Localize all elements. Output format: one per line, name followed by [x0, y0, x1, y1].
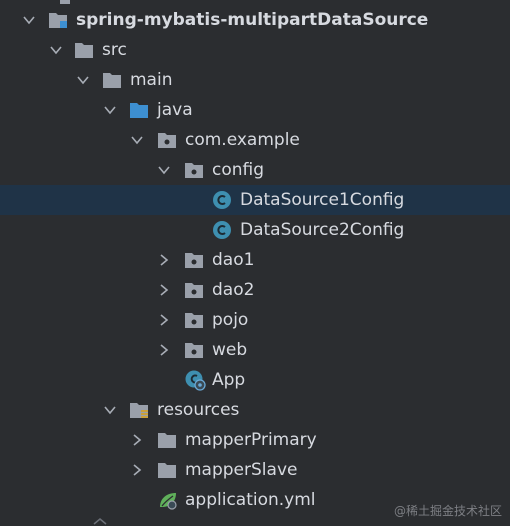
chevron-down-icon[interactable] [131, 134, 143, 146]
spring-boot-app-icon [185, 370, 206, 391]
chevron-right-icon[interactable] [158, 284, 170, 296]
chevron-right-icon[interactable] [131, 434, 143, 446]
chevron-down-icon[interactable] [158, 164, 170, 176]
package-icon [185, 283, 203, 298]
tree-item-project[interactable]: spring-mybatis-multipartDataSource [0, 5, 510, 35]
spring-config-icon [160, 493, 177, 510]
package-icon [185, 253, 203, 268]
module-folder-icon [49, 13, 67, 28]
tree-item-mapperslave[interactable]: mapperSlave [0, 455, 510, 485]
chevron-right-icon[interactable] [158, 344, 170, 356]
folder-icon [75, 43, 93, 58]
dao1-label: dao1 [212, 250, 255, 270]
project-label: spring-mybatis-multipartDataSource [76, 10, 429, 30]
mapperslave-label: mapperSlave [185, 460, 298, 480]
web-label: web [212, 340, 248, 360]
folder-icon [158, 463, 176, 478]
java-label: java [157, 100, 193, 120]
tree-item-java[interactable]: java [0, 95, 510, 125]
chevron-down-icon[interactable] [23, 14, 35, 26]
project-tree: spring-mybatis-multipartDataSource src m… [0, 0, 510, 525]
resources-folder-icon [130, 403, 148, 418]
watermark: @稀土掘金技术社区 [393, 504, 502, 518]
tree-item-main[interactable]: main [0, 65, 510, 95]
folder-icon [103, 73, 121, 88]
tree-item-dao2[interactable]: dao2 [0, 275, 510, 305]
src-label: src [102, 40, 127, 60]
source-folder-icon [130, 103, 148, 118]
tree-item-app[interactable]: App [0, 365, 510, 395]
config-label: config [212, 160, 265, 180]
application-yml-label: application.yml [185, 490, 316, 510]
package-icon [158, 133, 176, 148]
tree-item-resources[interactable]: resources [0, 395, 510, 425]
chevron-down-icon[interactable] [50, 44, 62, 56]
package-icon [185, 313, 203, 328]
chevron-right-icon[interactable] [158, 314, 170, 326]
resources-label: resources [157, 400, 240, 420]
chevron-icon [93, 518, 107, 525]
tree-item-datasource2config[interactable]: DataSource2Config [0, 215, 510, 245]
chevron-right-icon[interactable] [131, 464, 143, 476]
class-icon [213, 221, 231, 239]
datasource1config-label: DataSource1Config [240, 190, 405, 210]
main-label: main [130, 70, 173, 90]
tree-item-datasource1config[interactable]: DataSource1Config [0, 185, 510, 215]
tree-item-src[interactable]: src [0, 35, 510, 65]
tree-item-com-example[interactable]: com.example [0, 125, 510, 155]
datasource2config-label: DataSource2Config [240, 220, 405, 240]
app-label: App [212, 370, 246, 390]
chevron-down-icon[interactable] [104, 104, 116, 116]
mapperprimary-label: mapperPrimary [185, 430, 317, 450]
chevron-down-icon[interactable] [104, 404, 116, 416]
class-icon [213, 191, 231, 209]
folder-icon [158, 433, 176, 448]
com-example-label: com.example [185, 130, 300, 150]
chevron-down-icon[interactable] [77, 74, 89, 86]
package-icon [185, 163, 203, 178]
dao2-label: dao2 [212, 280, 255, 300]
tree-item-pojo[interactable]: pojo [0, 305, 510, 335]
chevron-right-icon[interactable] [158, 254, 170, 266]
tree-item-mapperprimary[interactable]: mapperPrimary [0, 425, 510, 455]
package-icon [185, 343, 203, 358]
pojo-label: pojo [212, 310, 249, 330]
tree-item-config[interactable]: config [0, 155, 510, 185]
tree-item-web[interactable]: web [0, 335, 510, 365]
tree-item-dao1[interactable]: dao1 [0, 245, 510, 275]
